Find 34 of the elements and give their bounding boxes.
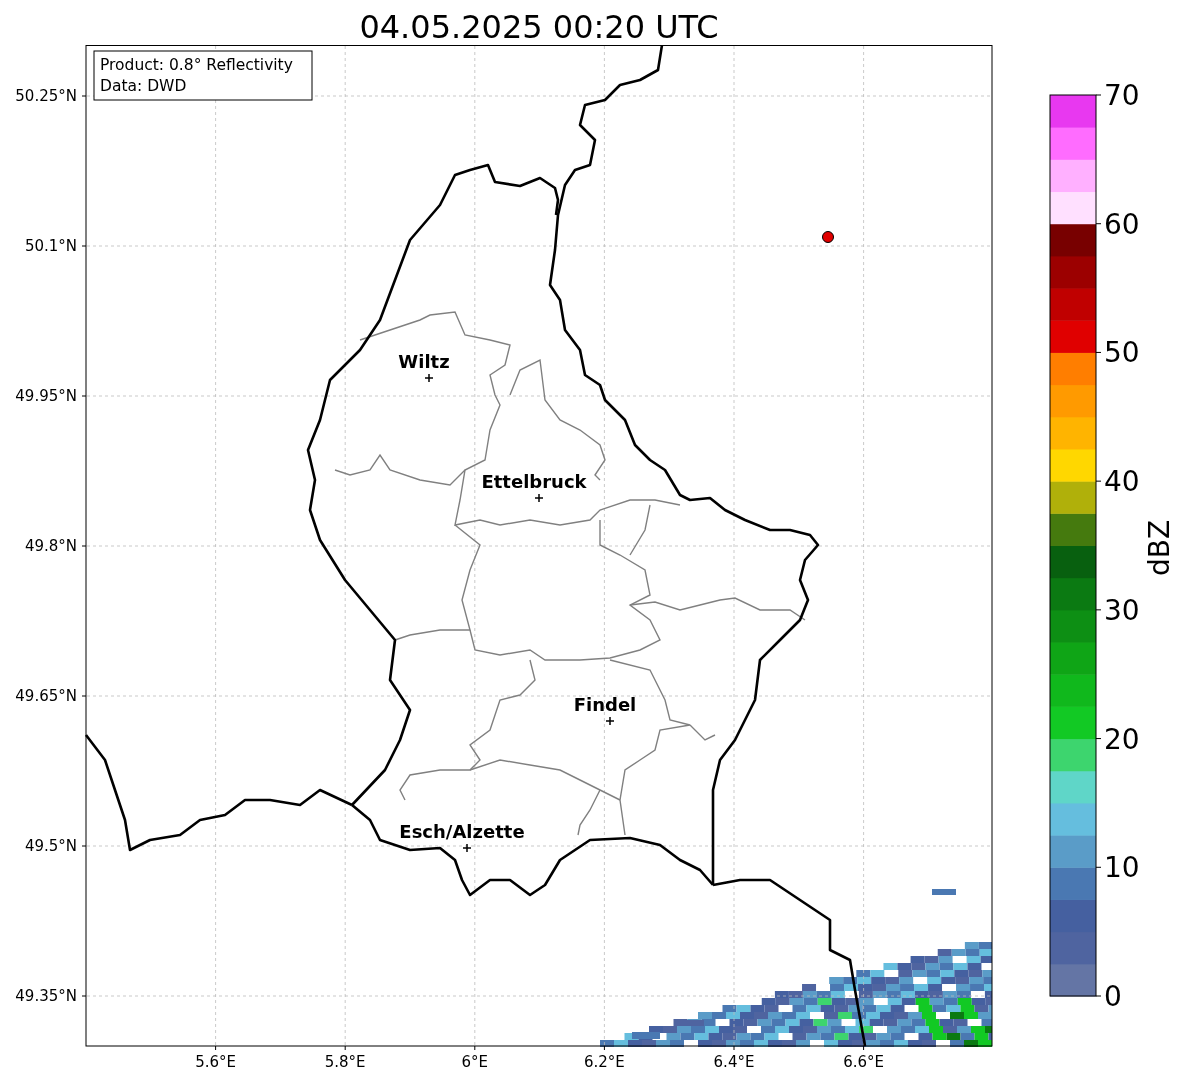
city-marker-icon bbox=[424, 373, 434, 383]
city-marker-icon bbox=[605, 716, 615, 726]
city-label: Esch/Alzette bbox=[399, 821, 525, 842]
longitude-tick-label: 6°E bbox=[461, 1053, 489, 1071]
latitude-tick-label: 49.95°N bbox=[15, 387, 77, 405]
latitude-tick-label: 49.8°N bbox=[24, 537, 77, 555]
info-text: Product: 0.8° Reflectivity bbox=[100, 56, 293, 74]
colorbar-tick-label: 20 bbox=[1104, 722, 1140, 756]
colorbar-tick-label: 0 bbox=[1104, 980, 1122, 1013]
chart-title: 04.05.2025 00:20 UTC bbox=[358, 7, 720, 45]
colorbar-tick-label: 70 bbox=[1104, 79, 1140, 112]
city-marker-icon bbox=[462, 843, 472, 853]
longitude-tick-label: 6.4°E bbox=[713, 1053, 755, 1071]
colorbar-axis-label: dBZ bbox=[1143, 519, 1176, 577]
longitude-tick-label: 6.2°E bbox=[584, 1053, 625, 1071]
longitude-tick-label: 5.8°E bbox=[324, 1053, 366, 1071]
city-label: Wiltz bbox=[398, 351, 450, 372]
colorbar-tick-label: 30 bbox=[1104, 593, 1140, 627]
colorbar-tick-label: 40 bbox=[1104, 465, 1140, 499]
city-marker-icon bbox=[534, 493, 544, 503]
colorbar-tick-label: 60 bbox=[1104, 207, 1140, 241]
latitude-tick-label: 50.1°N bbox=[24, 237, 77, 255]
latitude-tick-label: 49.35°N bbox=[15, 987, 77, 1005]
city-label: Findel bbox=[573, 694, 637, 715]
longitude-tick-label: 6.6°E bbox=[843, 1053, 884, 1071]
info-text: Data: DWD bbox=[100, 77, 187, 95]
colorbar-tick-label: 10 bbox=[1104, 851, 1140, 885]
latitude-tick-label: 50.25°N bbox=[15, 87, 77, 105]
radar-site-marker bbox=[822, 231, 834, 243]
colorbar-tick-label: 50 bbox=[1104, 336, 1140, 370]
latitude-tick-label: 49.65°N bbox=[15, 687, 77, 705]
latitude-tick-label: 49.5°N bbox=[24, 837, 77, 855]
city-label: Ettelbruck bbox=[481, 471, 587, 492]
longitude-tick-label: 5.6°E bbox=[195, 1053, 236, 1071]
